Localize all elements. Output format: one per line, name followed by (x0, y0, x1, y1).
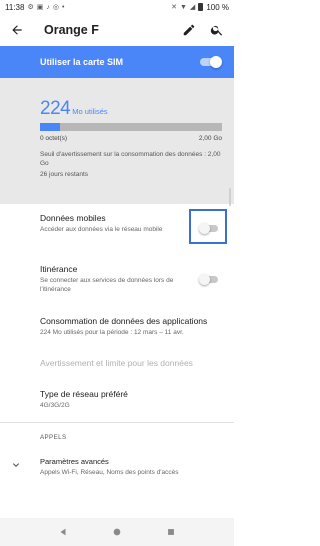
usage-warning-text: Seuil d'avertissement sur la consommatio… (40, 151, 221, 167)
edit-button[interactable] (180, 21, 198, 39)
roaming-subtitle: Se connecter aux services de données lor… (40, 277, 174, 293)
usage-unit: Mo utilisés (72, 107, 108, 116)
status-right: ✕ ▼ ◢ 100 % (171, 3, 229, 12)
system-nav-bar (0, 518, 234, 546)
back-button[interactable] (8, 21, 26, 39)
nav-back-icon[interactable] (58, 527, 68, 537)
battery-level: 100 % (206, 2, 229, 12)
preferred-network-subtitle: 4G/3G/2G (40, 402, 70, 409)
roaming-switch[interactable] (199, 273, 218, 285)
usage-progress-fill (40, 123, 61, 131)
scroll-indicator[interactable] (229, 188, 231, 206)
battery-icon (198, 3, 204, 11)
usage-days-left: 26 jours restants (40, 171, 89, 178)
settings-notification-icon: ⚙ (27, 3, 34, 11)
use-sim-switch[interactable] (200, 56, 222, 68)
section-divider (0, 422, 234, 423)
wifi-icon: ▼ (179, 3, 187, 11)
data-warning-limit-row: Avertissement et limite pour les données (40, 358, 230, 368)
advanced-settings-subtitle: Appels Wi-Fi, Réseau, Noms des points d'… (40, 469, 179, 476)
sync-notification-icon: ◎ (52, 3, 59, 11)
usage-amount: 224 (40, 98, 71, 119)
chevron-down-icon[interactable] (10, 459, 22, 471)
nav-recents-icon[interactable] (166, 527, 176, 537)
advanced-settings-row[interactable]: Paramètres avancés Appels Wi-Fi, Réseau,… (40, 457, 230, 478)
usage-min: 0 octet(s) (40, 135, 68, 142)
preferred-network-row[interactable]: Type de réseau préféré 4G/3G/2G (40, 389, 230, 411)
usage-max: 2,00 Go (198, 135, 222, 142)
mute-icon: ✕ (171, 3, 177, 11)
data-warning-limit-title: Avertissement et limite pour les données (40, 358, 193, 368)
sim-notification-icon: ▣ (36, 3, 44, 11)
roaming-title: Itinérance (40, 264, 78, 274)
data-usage-summary: 224 Mo utilisés 0 octet(s) 2,00 Go Seuil… (0, 78, 234, 204)
mobile-data-subtitle: Accéder aux données via le réseau mobile (40, 226, 163, 233)
focus-highlight (189, 209, 227, 244)
status-bar: 11:38 ⚙ ▣ ♪ ◎ • ✕ ▼ ◢ 100 % (0, 0, 234, 14)
music-notification-icon: ♪ (46, 3, 50, 11)
dot-notification-icon: • (61, 3, 65, 11)
pencil-icon (183, 24, 195, 36)
use-sim-label: Utiliser la carte SIM (40, 57, 124, 67)
switch-knob (210, 56, 222, 68)
app-data-usage-title: Consommation de données des applications (40, 316, 208, 326)
usage-progress-bar (40, 123, 222, 131)
usage-range: 0 octet(s) 2,00 Go (40, 135, 222, 142)
preferred-network-title: Type de réseau préféré (40, 389, 128, 399)
advanced-settings-title: Paramètres avancés (40, 457, 109, 466)
usage-amount-row: 224 Mo utilisés (40, 98, 220, 120)
arrow-back-icon (12, 25, 22, 35)
calls-section-header: APPELS (40, 434, 67, 441)
clock: 11:38 (5, 2, 25, 12)
app-bar: Orange F (0, 14, 234, 46)
use-sim-row[interactable]: Utiliser la carte SIM (0, 46, 234, 78)
switch-knob (199, 273, 210, 285)
search-icon (210, 25, 223, 36)
app-data-usage-row[interactable]: Consommation de données des applications… (40, 316, 230, 338)
page-title: Orange F (44, 23, 99, 37)
signal-icon: ◢ (189, 3, 196, 11)
search-button[interactable] (208, 21, 226, 39)
nav-home-icon[interactable] (112, 527, 122, 537)
status-left: 11:38 ⚙ ▣ ♪ ◎ • (5, 3, 64, 12)
app-data-usage-subtitle: 224 Mo utilisés pour la période : 12 mar… (40, 329, 184, 336)
